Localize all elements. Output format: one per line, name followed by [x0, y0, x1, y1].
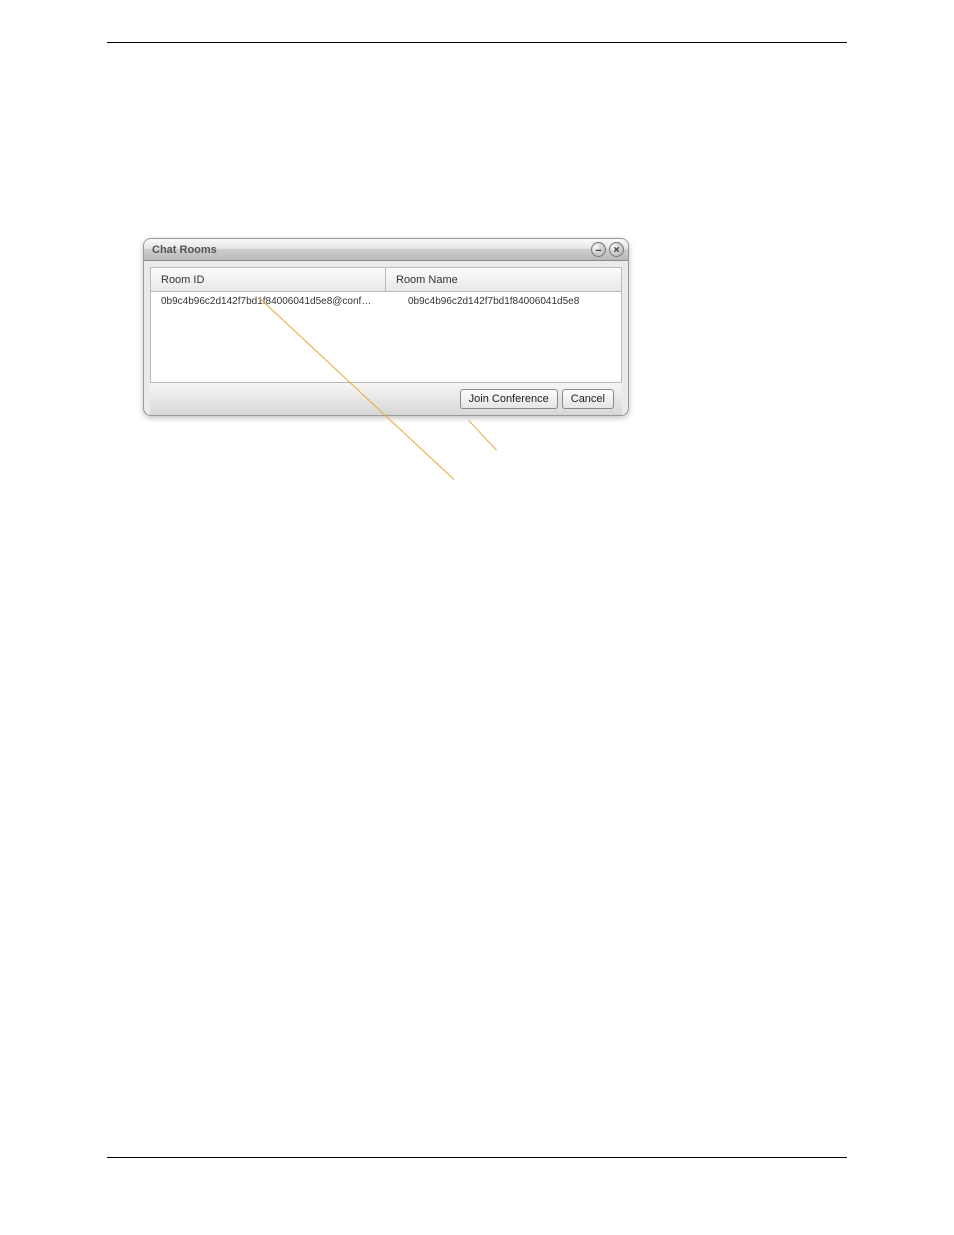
cancel-button[interactable]: Cancel [562, 389, 614, 409]
join-conference-button[interactable]: Join Conference [460, 389, 558, 409]
close-icon[interactable] [609, 242, 624, 257]
room-table: Room ID Room Name 0b9c4b96c2d142f7bd1f84… [150, 267, 622, 382]
chat-rooms-dialog: Chat Rooms Room ID Room Name 0b9c4b96c2d… [143, 238, 629, 416]
titlebar[interactable]: Chat Rooms [144, 239, 628, 261]
callout-line [468, 420, 497, 451]
page-rule-top [107, 42, 847, 43]
minimize-icon[interactable] [591, 242, 606, 257]
column-header-room-name[interactable]: Room Name [386, 268, 621, 291]
dialog-title: Chat Rooms [152, 244, 588, 256]
dialog-footer: Join Conference Cancel [150, 382, 622, 415]
column-header-room-id[interactable]: Room ID [151, 268, 386, 291]
table-body: 0b9c4b96c2d142f7bd1f84006041d5e8@conf… 0… [151, 292, 621, 382]
cell-room-name: 0b9c4b96c2d142f7bd1f84006041d5e8 [386, 296, 621, 307]
page-rule-bottom [107, 1157, 847, 1158]
table-header: Room ID Room Name [151, 268, 621, 292]
cell-room-id: 0b9c4b96c2d142f7bd1f84006041d5e8@conf… [151, 296, 386, 307]
table-row[interactable]: 0b9c4b96c2d142f7bd1f84006041d5e8@conf… 0… [151, 292, 621, 310]
